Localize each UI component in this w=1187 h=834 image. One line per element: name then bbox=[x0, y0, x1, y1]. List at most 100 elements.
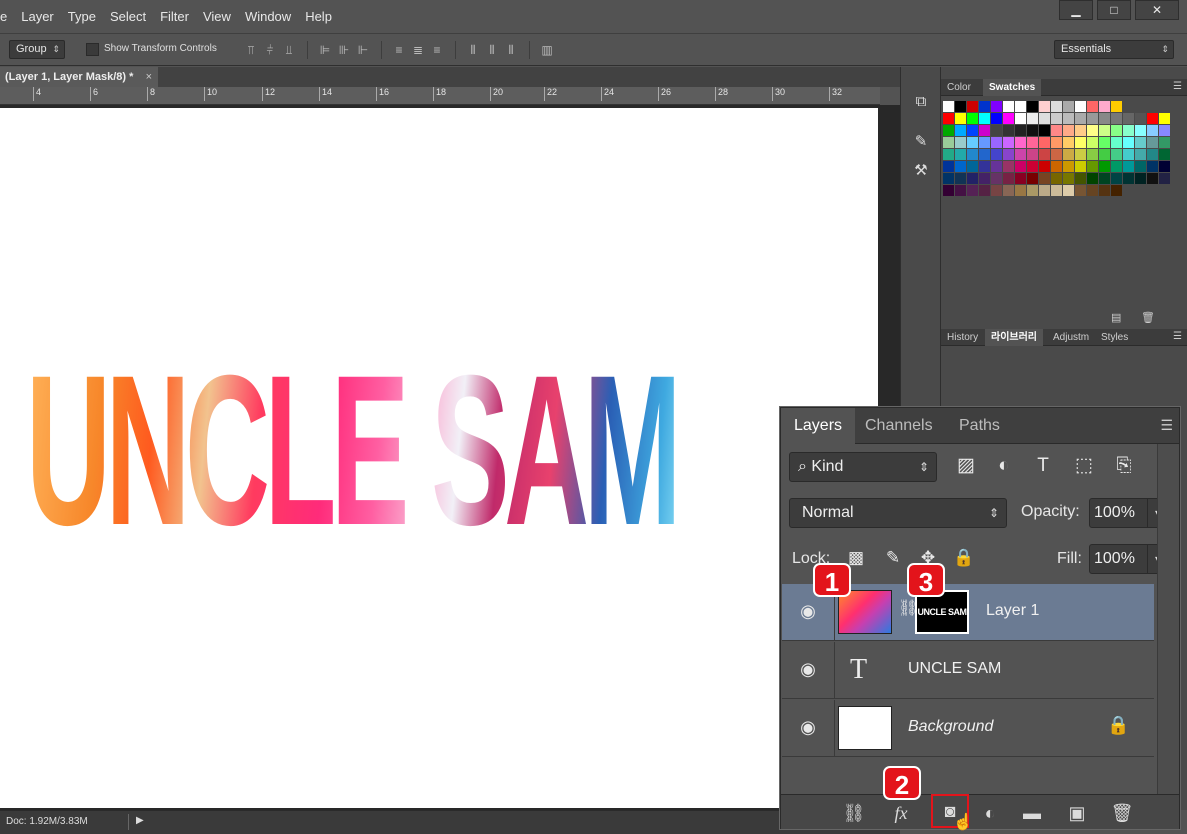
color-swatch[interactable] bbox=[943, 161, 954, 172]
menu-help[interactable]: Help bbox=[298, 0, 339, 33]
color-swatch[interactable] bbox=[1099, 125, 1110, 136]
color-swatch[interactable] bbox=[1075, 173, 1086, 184]
eye-icon[interactable]: ◉ bbox=[796, 660, 820, 678]
delete-swatch-icon[interactable]: 🗑 bbox=[1141, 311, 1155, 324]
panel-menu-icon[interactable]: ☰ bbox=[1160, 417, 1173, 434]
distribute-vcenter-icon[interactable]: ≣ bbox=[409, 41, 427, 59]
color-swatch[interactable] bbox=[967, 185, 978, 196]
color-swatch[interactable] bbox=[1111, 101, 1122, 112]
panel-menu-icon[interactable]: ☰ bbox=[1173, 81, 1182, 92]
color-swatch[interactable] bbox=[955, 137, 966, 148]
color-swatch[interactable] bbox=[1075, 101, 1086, 112]
color-swatch[interactable] bbox=[979, 125, 990, 136]
layer-row-background[interactable]: ◉ Background 🔒 bbox=[782, 700, 1154, 757]
color-swatch[interactable] bbox=[979, 101, 990, 112]
color-swatch[interactable] bbox=[1051, 113, 1062, 124]
color-swatch[interactable] bbox=[1015, 113, 1026, 124]
color-swatch[interactable] bbox=[1087, 173, 1098, 184]
color-swatch[interactable] bbox=[1051, 125, 1062, 136]
menu-window[interactable]: Window bbox=[238, 0, 298, 33]
distribute-left-icon[interactable]: ⦀ bbox=[464, 41, 482, 59]
color-swatch[interactable] bbox=[1015, 161, 1026, 172]
color-swatch[interactable] bbox=[979, 173, 990, 184]
color-swatch[interactable] bbox=[1099, 101, 1110, 112]
layer-name[interactable]: Layer 1 bbox=[986, 602, 1039, 620]
color-swatch[interactable] bbox=[1147, 173, 1158, 184]
color-swatch[interactable] bbox=[1051, 137, 1062, 148]
color-swatch[interactable] bbox=[1063, 125, 1074, 136]
color-swatch[interactable] bbox=[991, 125, 1002, 136]
layers-scrollbar[interactable] bbox=[1157, 444, 1179, 794]
color-swatch[interactable] bbox=[955, 113, 966, 124]
tab-swatches[interactable]: Swatches bbox=[983, 79, 1042, 96]
tab-libraries[interactable]: 라이브러리 bbox=[985, 329, 1043, 346]
color-swatch[interactable] bbox=[991, 185, 1002, 196]
color-swatch[interactable] bbox=[943, 113, 954, 124]
color-swatch[interactable] bbox=[1039, 149, 1050, 160]
show-transform-checkbox[interactable] bbox=[86, 43, 99, 56]
color-swatch[interactable] bbox=[1087, 161, 1098, 172]
color-swatch[interactable] bbox=[1159, 173, 1170, 184]
color-swatch[interactable] bbox=[1003, 137, 1014, 148]
color-swatch[interactable] bbox=[1027, 185, 1038, 196]
color-swatch[interactable] bbox=[991, 113, 1002, 124]
color-swatch[interactable] bbox=[955, 101, 966, 112]
color-swatch[interactable] bbox=[1075, 125, 1086, 136]
tab-channels[interactable]: Channels bbox=[852, 408, 946, 444]
color-swatch[interactable] bbox=[1111, 113, 1122, 124]
color-swatch[interactable] bbox=[1051, 185, 1062, 196]
menu-layer[interactable]: Layer bbox=[14, 0, 61, 33]
color-swatch[interactable] bbox=[1039, 173, 1050, 184]
color-swatch[interactable] bbox=[1099, 137, 1110, 148]
color-swatch[interactable] bbox=[967, 137, 978, 148]
color-swatch[interactable] bbox=[1039, 161, 1050, 172]
color-swatch[interactable] bbox=[1147, 137, 1158, 148]
color-swatch[interactable] bbox=[1111, 125, 1122, 136]
tab-history[interactable]: History bbox=[941, 329, 984, 346]
blend-mode-dropdown[interactable]: Normal ⇕ bbox=[789, 498, 1007, 528]
color-swatch[interactable] bbox=[1111, 149, 1122, 160]
color-swatch[interactable] bbox=[1111, 185, 1122, 196]
color-swatch[interactable] bbox=[967, 149, 978, 160]
color-swatch[interactable] bbox=[1027, 113, 1038, 124]
color-swatch[interactable] bbox=[1015, 185, 1026, 196]
color-swatch[interactable] bbox=[1063, 161, 1074, 172]
color-swatch[interactable] bbox=[1087, 101, 1098, 112]
color-swatch[interactable] bbox=[1099, 185, 1110, 196]
color-swatch[interactable] bbox=[1027, 149, 1038, 160]
align-top-icon[interactable]: ⫪ bbox=[242, 41, 260, 59]
folder-icon[interactable]: ▬ bbox=[1019, 801, 1045, 825]
minimize-button[interactable]: ▁ bbox=[1059, 0, 1093, 20]
color-swatch[interactable] bbox=[979, 113, 990, 124]
color-swatch[interactable] bbox=[967, 173, 978, 184]
new-swatch-icon[interactable]: ▤ bbox=[1111, 311, 1121, 324]
color-swatch[interactable] bbox=[1063, 173, 1074, 184]
color-swatch[interactable] bbox=[1135, 113, 1146, 124]
color-swatch[interactable] bbox=[1147, 125, 1158, 136]
color-swatch[interactable] bbox=[1039, 137, 1050, 148]
trash-icon[interactable]: 🗑 bbox=[1109, 801, 1135, 825]
color-swatch[interactable] bbox=[1003, 161, 1014, 172]
color-swatch[interactable] bbox=[943, 149, 954, 160]
panel-menu-icon[interactable]: ☰ bbox=[1173, 331, 1182, 342]
align-hcenter-icon[interactable]: ⊪ bbox=[335, 41, 353, 59]
distribute-top-icon[interactable]: ≡ bbox=[390, 41, 408, 59]
color-swatch[interactable] bbox=[1015, 125, 1026, 136]
color-swatch[interactable] bbox=[991, 149, 1002, 160]
color-swatch[interactable] bbox=[943, 185, 954, 196]
lock-all-icon[interactable]: 🔒 bbox=[952, 546, 976, 570]
color-swatch[interactable] bbox=[1075, 161, 1086, 172]
color-swatch[interactable] bbox=[1087, 113, 1098, 124]
color-swatch[interactable] bbox=[1063, 101, 1074, 112]
layer-thumbnail[interactable] bbox=[838, 706, 892, 750]
color-swatch[interactable] bbox=[1135, 173, 1146, 184]
color-swatch[interactable] bbox=[979, 149, 990, 160]
align-bottom-icon[interactable]: ⫫ bbox=[280, 41, 298, 59]
color-swatch[interactable] bbox=[1051, 161, 1062, 172]
color-swatch[interactable] bbox=[1051, 149, 1062, 160]
color-swatch[interactable] bbox=[1159, 161, 1170, 172]
color-swatch[interactable] bbox=[991, 101, 1002, 112]
filter-shape-icon[interactable]: ⬚ bbox=[1071, 453, 1097, 479]
link-icon[interactable]: ⛓ bbox=[841, 801, 867, 825]
color-swatch[interactable] bbox=[1123, 161, 1134, 172]
